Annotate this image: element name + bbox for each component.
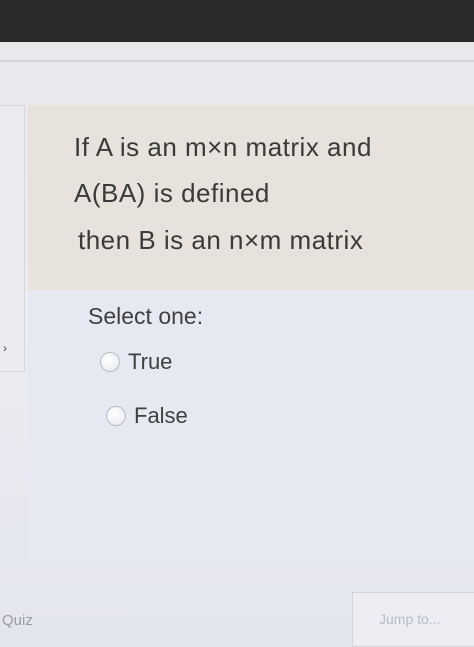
side-panel-marker: › (3, 341, 7, 355)
side-panel-tab[interactable]: › (0, 105, 25, 372)
radio-true[interactable] (100, 352, 120, 372)
select-one-label: Select one: (88, 303, 204, 329)
question-line-1: If A is an m×n matrix and (74, 132, 372, 162)
quiz-link[interactable]: Quiz (2, 612, 33, 629)
header-divider (0, 60, 474, 62)
option-false[interactable]: False (106, 402, 188, 430)
answer-panel (28, 290, 474, 560)
jump-to-placeholder: Jump to... (379, 611, 441, 627)
jump-to-select[interactable]: Jump to... (352, 592, 474, 647)
option-true[interactable]: True (100, 348, 172, 376)
radio-false[interactable] (106, 406, 126, 426)
option-true-label[interactable]: True (128, 349, 172, 375)
question-line-3: then B is an n×m matrix (78, 225, 364, 255)
question-line-2: A(BA) is defined (74, 178, 270, 208)
option-false-label[interactable]: False (134, 403, 188, 429)
